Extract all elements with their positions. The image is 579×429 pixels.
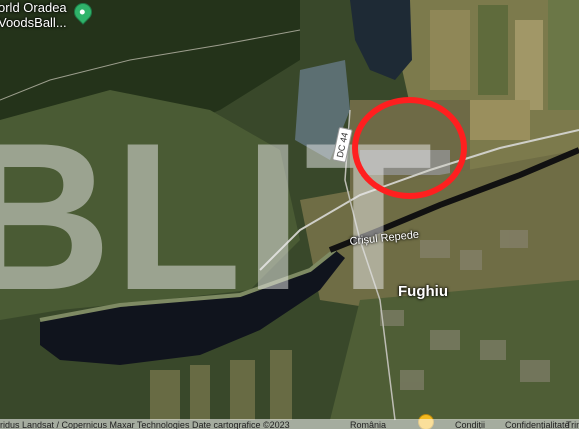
attribution-region[interactable]: România [350, 420, 386, 429]
poi-label-line1: orld Oradea [0, 0, 67, 15]
map-attribution: ridus Landsat / Copernicus Maxar Technol… [0, 419, 579, 429]
town-label[interactable]: Fughiu [398, 283, 448, 300]
attribution-feedback-link[interactable]: Trimiteți [566, 420, 579, 429]
satellite-map[interactable]: BLIT orld Oradea VoodsBall... DC 44 Criș… [0, 0, 579, 429]
attribution-text: ridus Landsat / Copernicus Maxar Technol… [0, 420, 290, 429]
highlight-circle [352, 97, 467, 199]
attribution-privacy-link[interactable]: Confidențialitate [505, 420, 570, 429]
poi-label-line2: VoodsBall... [0, 15, 67, 30]
attribution-terms-link[interactable]: Condiții [455, 420, 485, 429]
